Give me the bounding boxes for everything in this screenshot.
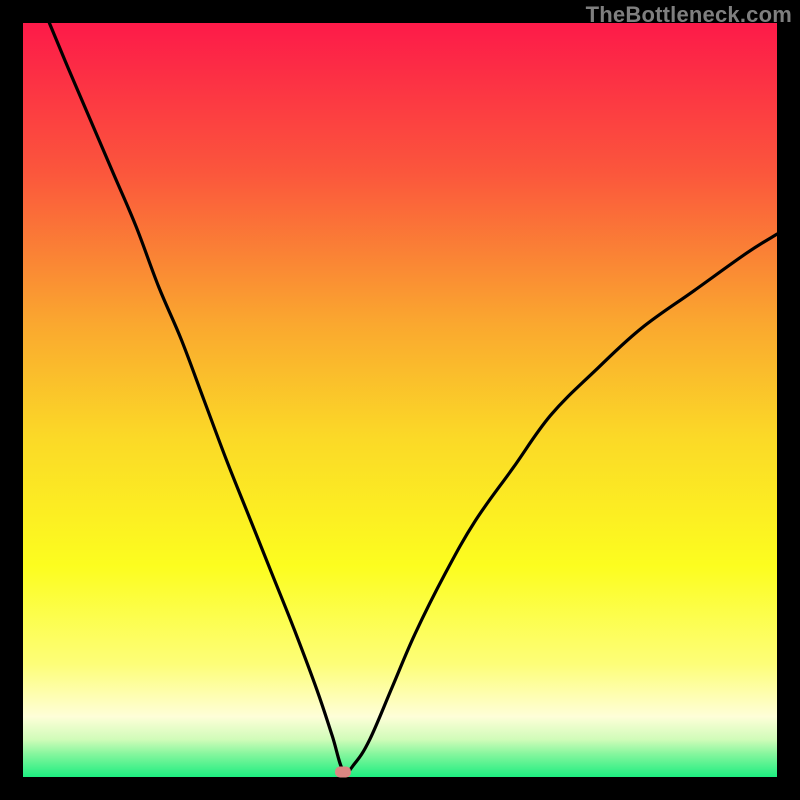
optimum-marker xyxy=(335,767,351,778)
chart-frame: TheBottleneck.com xyxy=(0,0,800,800)
plot-area xyxy=(23,23,777,777)
watermark-text: TheBottleneck.com xyxy=(586,2,792,28)
bottleneck-curve xyxy=(23,23,777,777)
